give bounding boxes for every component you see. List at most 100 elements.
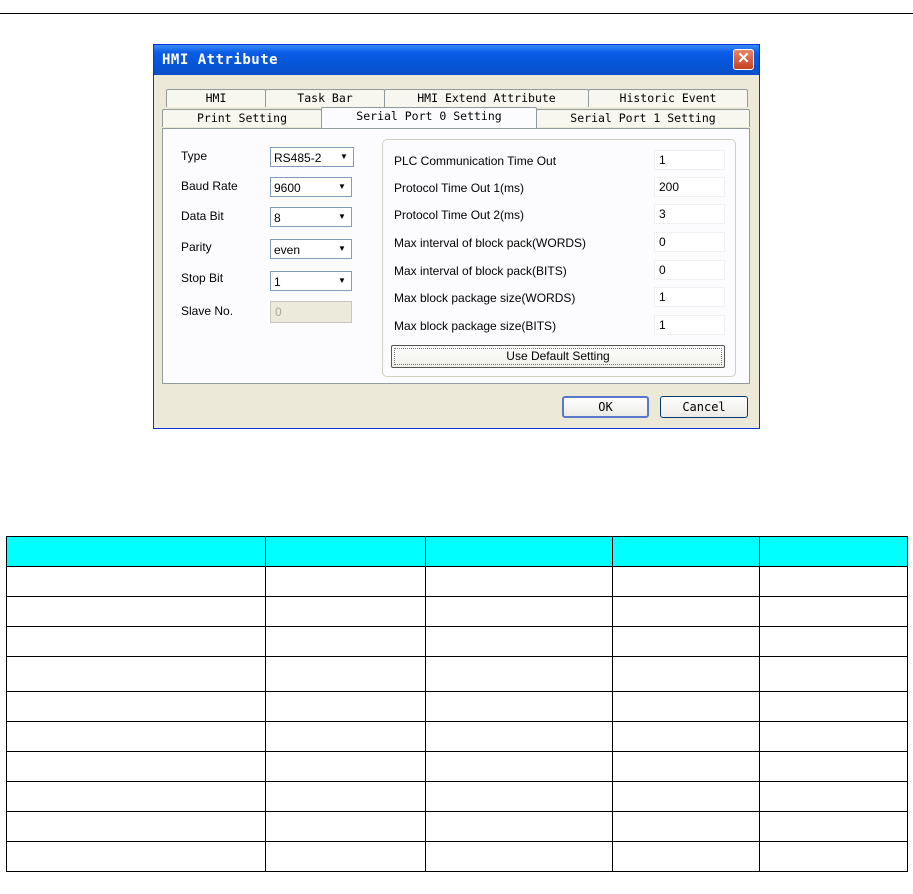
chevron-down-icon[interactable]: ▼ [334, 209, 350, 225]
table-cell [6, 721, 266, 752]
chevron-down-icon[interactable]: ▼ [334, 241, 350, 257]
table-row [6, 811, 908, 842]
tab-hmi[interactable]: HMI [166, 89, 266, 107]
table-cell [424, 596, 614, 627]
table-cell [6, 691, 266, 722]
table-cell [424, 751, 614, 782]
tab-hmi-extend-attribute[interactable]: HMI Extend Attribute [384, 89, 589, 107]
type-value: RS485-2 [274, 151, 322, 165]
table-cell [264, 811, 426, 842]
table-cell [264, 566, 426, 597]
tab-task-bar[interactable]: Task Bar [265, 89, 385, 107]
parity-label: Parity [181, 240, 212, 254]
chevron-down-icon[interactable]: ▼ [336, 149, 352, 165]
table-cell [264, 626, 426, 657]
tab-serial-port-0-setting[interactable]: Serial Port 0 Setting [321, 107, 537, 128]
setting-label: PLC Communication Time Out [394, 154, 557, 168]
table-header-row [6, 536, 908, 567]
baud-rate-value: 9600 [274, 181, 301, 195]
table-cell [6, 841, 266, 872]
table-cell [264, 751, 426, 782]
setting-input[interactable]: 1 [654, 150, 725, 170]
slave-no-label: Slave No. [181, 304, 234, 318]
title-bar[interactable]: HMI Attribute ✕ [154, 45, 759, 75]
table-row [6, 841, 908, 872]
table-header-cell [264, 536, 426, 567]
data-bit-label: Data Bit [181, 209, 224, 223]
table-cell [424, 626, 614, 657]
table-cell [612, 656, 761, 692]
table-row [6, 721, 908, 752]
table-cell [6, 596, 266, 627]
table-header-cell [759, 536, 908, 567]
table-cell [759, 596, 908, 627]
table-cell [612, 596, 761, 627]
table-cell [759, 566, 908, 597]
table-row [6, 751, 908, 782]
table-row [6, 691, 908, 722]
table-cell [424, 841, 614, 872]
table-cell [612, 841, 761, 872]
table-cell [612, 566, 761, 597]
close-icon[interactable]: ✕ [733, 49, 754, 70]
table-cell [759, 626, 908, 657]
parity-select[interactable]: even ▼ [270, 239, 352, 259]
table-cell [6, 656, 266, 692]
setting-value: 1 [659, 318, 666, 332]
stop-bit-label: Stop Bit [181, 271, 224, 285]
setting-value: 1 [659, 153, 666, 167]
setting-input[interactable]: 0 [654, 260, 725, 280]
setting-input[interactable]: 1 [654, 315, 725, 335]
dialog-title: HMI Attribute [162, 52, 279, 68]
setting-label: Protocol Time Out 2(ms) [394, 208, 525, 222]
table-cell [264, 691, 426, 722]
stop-bit-select[interactable]: 1 ▼ [270, 271, 352, 291]
table-cell [264, 841, 426, 872]
chevron-down-icon[interactable]: ▼ [334, 273, 350, 289]
table-cell [424, 691, 614, 722]
use-default-setting-button[interactable]: Use Default Setting [391, 345, 725, 368]
setting-input[interactable]: 0 [654, 232, 725, 252]
table-cell [759, 691, 908, 722]
table-cell [424, 811, 614, 842]
setting-input[interactable]: 200 [654, 177, 725, 197]
table-cell [759, 751, 908, 782]
setting-value: 3 [659, 207, 666, 221]
setting-label: Max block package size(WORDS) [394, 291, 576, 305]
table-cell [6, 751, 266, 782]
table-row [6, 596, 908, 627]
table-header-cell [612, 536, 761, 567]
data-bit-select[interactable]: 8 ▼ [270, 207, 352, 227]
table-cell [759, 811, 908, 842]
table-cell [264, 596, 426, 627]
setting-label: Max interval of block pack(BITS) [394, 264, 567, 278]
table-row [6, 626, 908, 657]
stop-bit-value: 1 [274, 275, 281, 289]
setting-input[interactable]: 3 [654, 204, 725, 224]
setting-value: 1 [659, 290, 666, 304]
baud-rate-label: Baud Rate [181, 179, 238, 193]
chevron-down-icon[interactable]: ▼ [334, 179, 350, 195]
parity-value: even [274, 243, 301, 257]
slave-no-input: 0 [270, 301, 352, 323]
cancel-button[interactable]: Cancel [660, 396, 748, 418]
tab-print-setting[interactable]: Print Setting [162, 109, 322, 127]
baud-rate-select[interactable]: 9600 ▼ [270, 177, 352, 197]
ok-button[interactable]: OK [562, 396, 649, 418]
tab-serial-port-1-setting[interactable]: Serial Port 1 Setting [536, 109, 750, 127]
setting-value: 0 [659, 263, 666, 277]
table-cell [759, 781, 908, 812]
tab-historic-event[interactable]: Historic Event [588, 89, 748, 107]
table-cell [264, 781, 426, 812]
table-cell [612, 626, 761, 657]
table-row [6, 566, 908, 597]
focus-rectangle [394, 348, 722, 365]
table-cell [612, 781, 761, 812]
table-header-cell [424, 536, 614, 567]
type-select[interactable]: RS485-2 ▼ [270, 147, 354, 167]
table-cell [612, 721, 761, 752]
setting-input[interactable]: 1 [654, 287, 725, 307]
table-cell [759, 721, 908, 752]
type-label: Type [181, 149, 208, 163]
data-bit-value: 8 [274, 211, 281, 225]
